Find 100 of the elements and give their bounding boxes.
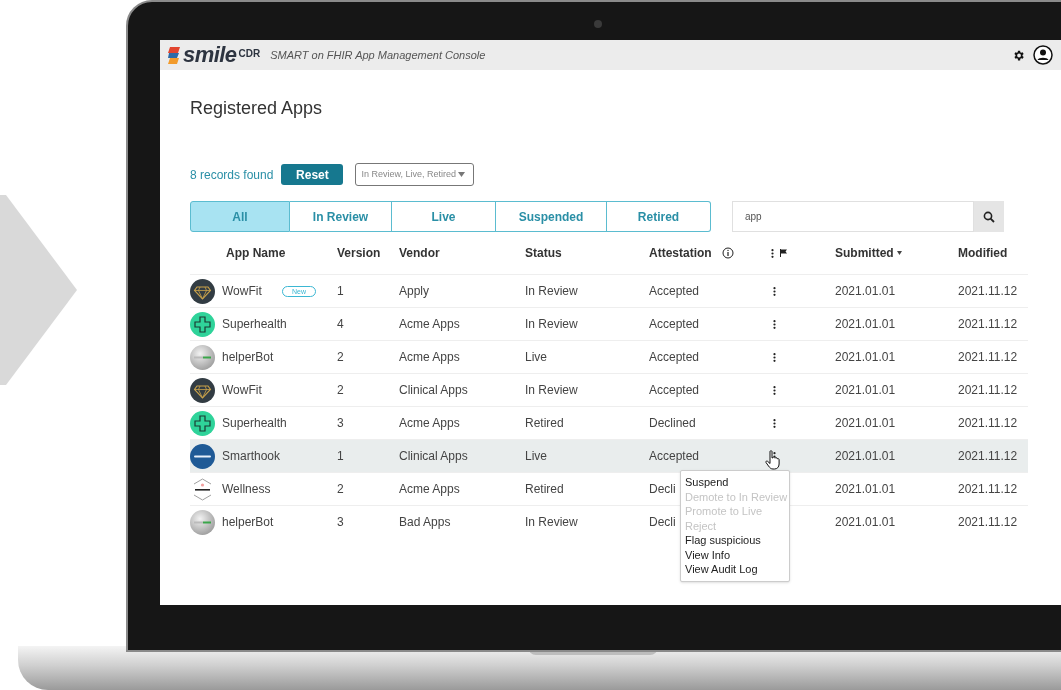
table-row[interactable]: Superhealth 4 Acme Apps In Review Accepted 2021.01.01 2021.11.12 bbox=[190, 307, 1028, 340]
app-logo bbox=[190, 443, 215, 469]
table-cell-text: 2021.01.01 bbox=[835, 415, 897, 432]
table-cell-text: Acme Apps bbox=[399, 415, 461, 432]
table-cell-text: Clinical Apps bbox=[399, 448, 469, 465]
app-logo bbox=[190, 377, 215, 403]
table-cell-text: In Review bbox=[525, 382, 579, 399]
table-cell-text: In Review bbox=[525, 316, 579, 333]
table-cell-text: 2 bbox=[337, 349, 345, 366]
app-name: Wellness bbox=[222, 481, 272, 498]
table-cell-text: 2021.11.12 bbox=[958, 382, 1019, 399]
caret-icon bbox=[457, 172, 465, 177]
app-title: SMART on FHIR App Management Console bbox=[270, 47, 486, 63]
table-row[interactable]: Superhealth 3 Acme Apps Retired Declined 2021.01.01 2021.11.12 bbox=[190, 406, 1028, 439]
table-cell: Accepted bbox=[649, 284, 700, 298]
brand-suffix: CDR bbox=[238, 46, 261, 61]
table-cell-text: Bad Apps bbox=[399, 514, 452, 531]
table-cell-text: Acme Apps bbox=[399, 349, 461, 366]
app-logo bbox=[190, 344, 215, 370]
sort-caret-icon bbox=[896, 251, 902, 255]
filter-tab[interactable]: Live bbox=[392, 201, 496, 232]
column-header: Modified bbox=[958, 245, 1008, 262]
app-logo bbox=[190, 278, 215, 304]
table-row[interactable]: Smarthook 1 Clinical Apps Live Accepted 2021.01.01 2021.11.12 bbox=[190, 439, 1028, 472]
table-cell-text: 2021.11.12 bbox=[958, 283, 1019, 300]
app-name: Superhealth bbox=[222, 316, 287, 333]
table-cell-text: 2021.11.12 bbox=[958, 415, 1019, 432]
table-cell-text: In Review bbox=[525, 514, 579, 531]
page-title: Registered Apps bbox=[190, 97, 324, 119]
table-cell-text: Acme Apps bbox=[399, 316, 461, 333]
app-logo bbox=[190, 410, 215, 436]
table-cell-text: In Review bbox=[525, 283, 579, 300]
app-name: WowFit bbox=[222, 382, 263, 399]
filter-tab[interactable]: In Review bbox=[290, 201, 392, 232]
app-logo bbox=[190, 311, 215, 337]
table-cell: Decli bbox=[649, 482, 676, 496]
table-row[interactable]: helperBot 2 Acme Apps Live Accepted 2021.01.01 2021.11.12 bbox=[190, 340, 1028, 373]
table-cell-text: 2021.11.12 bbox=[958, 448, 1019, 465]
table-cell-text: Live bbox=[525, 349, 548, 366]
column-header: Submitted bbox=[835, 245, 894, 262]
menu-item[interactable]: View Audit Log bbox=[685, 562, 785, 577]
table-cell-text: 3 bbox=[337, 415, 345, 432]
records-count: 8 records found bbox=[190, 166, 274, 184]
app-name: helperBot bbox=[222, 514, 275, 531]
settings-icon[interactable] bbox=[1012, 48, 1025, 62]
table-cell: Accepted bbox=[649, 350, 700, 364]
filter-tab[interactable]: Retired bbox=[607, 201, 711, 232]
table-cell-text: 2021.11.12 bbox=[958, 514, 1019, 531]
table-cell-text: 2021.01.01 bbox=[835, 283, 897, 300]
app-name: Superhealth bbox=[222, 415, 287, 432]
search-icon bbox=[983, 210, 995, 223]
status-filter-dropdown[interactable]: In Review, Live, Retired bbox=[355, 163, 475, 186]
kebab-menu-icon[interactable] bbox=[773, 319, 776, 329]
column-header: Version bbox=[337, 245, 381, 262]
table-cell-text: 2021.01.01 bbox=[835, 514, 897, 531]
table-cell-text: 2021.11.12 bbox=[958, 481, 1019, 498]
app-name: Smarthook bbox=[222, 448, 281, 465]
column-header: Vendor bbox=[399, 245, 440, 262]
user-avatar-icon[interactable] bbox=[1033, 45, 1053, 65]
table-row[interactable]: WowFit 2 Clinical Apps In Review Accepted 2021.01.01 2021.11.12 bbox=[190, 373, 1028, 406]
kebab-menu-icon[interactable] bbox=[773, 418, 776, 428]
table-cell-text: 4 bbox=[337, 316, 345, 333]
table-cell-text: Acme Apps bbox=[399, 481, 461, 498]
table-cell-text: Live bbox=[525, 448, 548, 465]
table-cell-text: Retired bbox=[525, 415, 565, 432]
table-cell-text: Clinical Apps bbox=[399, 382, 469, 399]
kebab-icon bbox=[771, 248, 774, 258]
search-button[interactable] bbox=[974, 201, 1004, 232]
table-cell-text: 2 bbox=[337, 382, 345, 399]
table-cell-text: Apply bbox=[399, 283, 431, 300]
info-icon bbox=[721, 247, 734, 259]
filter-tab[interactable]: Suspended bbox=[496, 201, 607, 232]
menu-item[interactable]: Suspend bbox=[685, 475, 785, 490]
app-logo bbox=[190, 509, 215, 535]
table-cell-text: 1 bbox=[337, 283, 345, 300]
menu-item[interactable]: View Info bbox=[685, 547, 785, 562]
table-cell-text: 2021.01.01 bbox=[835, 349, 897, 366]
kebab-menu-icon[interactable] bbox=[773, 286, 776, 296]
table-cell: Decli bbox=[649, 515, 676, 529]
table-cell-text: 1 bbox=[337, 448, 345, 465]
reset-button[interactable]: Reset bbox=[281, 164, 344, 185]
table-cell-text: 3 bbox=[337, 514, 345, 531]
kebab-menu-icon[interactable] bbox=[773, 385, 776, 395]
table-cell: Accepted bbox=[649, 449, 700, 463]
app-name: helperBot bbox=[222, 349, 275, 366]
table-cell-text: 2021.01.01 bbox=[835, 316, 897, 333]
table-cell-text: 2021.01.01 bbox=[835, 481, 897, 498]
app-name: WowFit bbox=[222, 283, 263, 300]
table-cell-text: 2021.11.12 bbox=[958, 349, 1019, 366]
table-cell-text: 2 bbox=[337, 481, 345, 498]
flag-icon bbox=[780, 249, 787, 257]
table-cell-text: 2021.01.01 bbox=[835, 448, 897, 465]
table-cell-text: 2021.11.12 bbox=[958, 316, 1019, 333]
kebab-menu-icon[interactable] bbox=[773, 352, 776, 362]
camera-icon bbox=[594, 20, 602, 28]
brand-name: smile bbox=[183, 44, 237, 66]
table-cell: Accepted bbox=[649, 317, 700, 331]
column-header: Status bbox=[525, 245, 562, 262]
search-field[interactable]: app bbox=[732, 201, 974, 232]
table-cell: Declined bbox=[649, 416, 696, 430]
